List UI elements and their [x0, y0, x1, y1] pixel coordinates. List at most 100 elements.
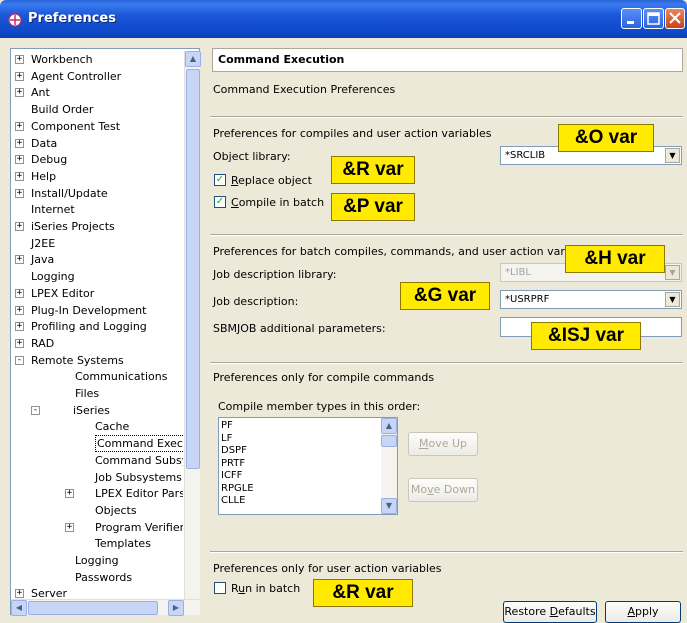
tree-item[interactable]: Command Execution: [11, 435, 183, 453]
minimize-button[interactable]: [621, 8, 642, 29]
list-item[interactable]: ICFF: [221, 470, 242, 482]
tree-item[interactable]: + Debug: [11, 151, 183, 168]
tree-item[interactable]: + Agent Controller: [11, 68, 183, 85]
expand-icon[interactable]: +: [15, 222, 24, 231]
expand-icon[interactable]: +: [65, 489, 74, 499]
tree-item[interactable]: Objects: [11, 502, 183, 519]
tree-item[interactable]: + RAD: [11, 335, 183, 352]
tree-item[interactable]: + Java: [11, 251, 183, 268]
close-button[interactable]: [665, 8, 685, 29]
tree-item[interactable]: + Ant: [11, 84, 183, 101]
tree-item[interactable]: - Remote Systems: [11, 352, 183, 369]
tree-item[interactable]: Communications: [11, 368, 183, 385]
tree-item[interactable]: Files: [11, 385, 183, 402]
expand-icon[interactable]: +: [15, 589, 24, 599]
scroll-left-button[interactable]: ◀: [11, 600, 27, 616]
tree-item-label: Remote Systems: [31, 353, 124, 367]
replace-object-label: Replace object: [231, 174, 312, 187]
tree-item[interactable]: + LPEX Editor Parsers: [11, 485, 183, 502]
list-scroll-down-button[interactable]: ▼: [381, 498, 397, 514]
horizontal-scroll-thumb[interactable]: [28, 601, 158, 615]
expand-icon[interactable]: +: [65, 522, 74, 532]
expand-icon[interactable]: +: [15, 255, 24, 265]
chevron-down-icon[interactable]: ▼: [665, 292, 680, 307]
apply-button[interactable]: Apply: [605, 601, 681, 623]
expand-icon[interactable]: +: [15, 288, 24, 298]
tree-item[interactable]: Logging: [11, 268, 183, 285]
tree-horizontal-scrollbar[interactable]: ◀ ▶: [11, 599, 200, 616]
move-down-button[interactable]: Move Down: [408, 478, 478, 502]
job-description-label: Job description:: [213, 295, 299, 308]
list-scroll-thumb[interactable]: [381, 435, 397, 447]
title-bar[interactable]: Preferences: [0, 0, 687, 38]
member-types-list[interactable]: PF LF DSPF PRTF ICFF RPGLE CLLE ▲ ▼: [218, 417, 398, 515]
tree-item[interactable]: + Install/Update: [11, 185, 183, 202]
expand-icon[interactable]: +: [15, 55, 24, 64]
expand-icon[interactable]: +: [15, 322, 24, 332]
job-description-combo[interactable]: *USRPRF ▼: [500, 290, 682, 309]
scroll-thumb[interactable]: [186, 69, 200, 469]
chevron-down-icon[interactable]: ▼: [665, 148, 680, 163]
expand-icon[interactable]: +: [15, 88, 24, 98]
tree-item-label: Help: [31, 169, 57, 183]
tree-item[interactable]: Internet: [11, 201, 183, 218]
tree-vertical-scrollbar[interactable]: ▲: [184, 51, 201, 599]
scroll-right-button[interactable]: ▶: [168, 600, 184, 616]
move-up-button[interactable]: Move Up: [408, 432, 478, 456]
collapse-icon[interactable]: -: [31, 405, 40, 415]
tree-item[interactable]: Build Order: [11, 101, 183, 118]
expand-icon[interactable]: +: [15, 71, 24, 81]
tree-item[interactable]: + Server: [11, 585, 183, 599]
restore-defaults-button[interactable]: Restore Defaults: [503, 601, 597, 623]
preferences-tree[interactable]: + Workbench + Agent Controller + Ant Build Ord…: [10, 48, 201, 616]
list-item[interactable]: CLLE: [221, 495, 245, 507]
separator: [210, 234, 683, 236]
expand-icon[interactable]: +: [15, 121, 24, 131]
list-item[interactable]: LF: [221, 433, 232, 445]
object-library-label: Object library:: [213, 150, 291, 163]
scroll-up-button[interactable]: ▲: [185, 51, 201, 67]
tree-item[interactable]: + Help: [11, 168, 183, 185]
tree-item-label: Server: [31, 587, 68, 599]
tree-item[interactable]: Passwords: [11, 569, 183, 586]
compile-in-batch-label: Compile in batch: [231, 196, 325, 209]
tree-item[interactable]: + Profiling and Logging: [11, 318, 183, 335]
expand-icon[interactable]: +: [15, 155, 24, 165]
list-item[interactable]: RPGLE: [221, 483, 254, 495]
tree-item[interactable]: Templates: [11, 535, 183, 552]
compile-in-batch-checkbox[interactable]: ✓: [214, 196, 226, 208]
expand-icon[interactable]: +: [15, 188, 24, 198]
maximize-button[interactable]: [643, 8, 664, 29]
member-list-scrollbar[interactable]: ▲ ▼: [381, 418, 397, 514]
tree-item[interactable]: - iSeries: [11, 402, 183, 419]
run-in-batch-checkbox[interactable]: [214, 582, 226, 594]
tree-item[interactable]: + Component Test: [11, 118, 183, 135]
tree-item[interactable]: + iSeries Projects: [11, 218, 183, 235]
tree-item[interactable]: + LPEX Editor: [11, 285, 183, 302]
expand-icon[interactable]: +: [15, 138, 24, 148]
tree-item[interactable]: Logging: [11, 552, 183, 569]
tree-item-label: Install/Update: [31, 186, 108, 200]
tree-item[interactable]: + Workbench: [11, 51, 183, 68]
expand-icon[interactable]: +: [15, 338, 24, 348]
list-item[interactable]: PF: [221, 420, 233, 432]
object-library-value: *SRCLIB: [505, 150, 546, 161]
tree-item[interactable]: Cache: [11, 418, 183, 435]
tree-item[interactable]: + Program Verifiers: [11, 519, 183, 536]
replace-object-checkbox[interactable]: ✓: [214, 174, 226, 186]
expand-icon[interactable]: +: [15, 305, 24, 315]
tree-item[interactable]: + Data: [11, 135, 183, 152]
list-item[interactable]: DSPF: [221, 445, 247, 457]
chevron-down-icon[interactable]: ▼: [665, 265, 680, 280]
preferences-icon: [8, 13, 22, 27]
tree-item[interactable]: Command Subsyste: [11, 452, 183, 469]
sbmjob-label: SBMJOB additional parameters:: [213, 322, 386, 335]
list-item[interactable]: PRTF: [221, 458, 245, 470]
list-scroll-up-button[interactable]: ▲: [381, 418, 397, 434]
collapse-icon[interactable]: -: [15, 355, 24, 365]
tree-item[interactable]: J2EE: [11, 235, 183, 252]
tree-item[interactable]: Job Subsystems: [11, 469, 183, 486]
expand-icon[interactable]: +: [15, 171, 24, 181]
annotation-h-var: &H var: [565, 245, 665, 273]
tree-item[interactable]: + Plug-In Development: [11, 302, 183, 319]
